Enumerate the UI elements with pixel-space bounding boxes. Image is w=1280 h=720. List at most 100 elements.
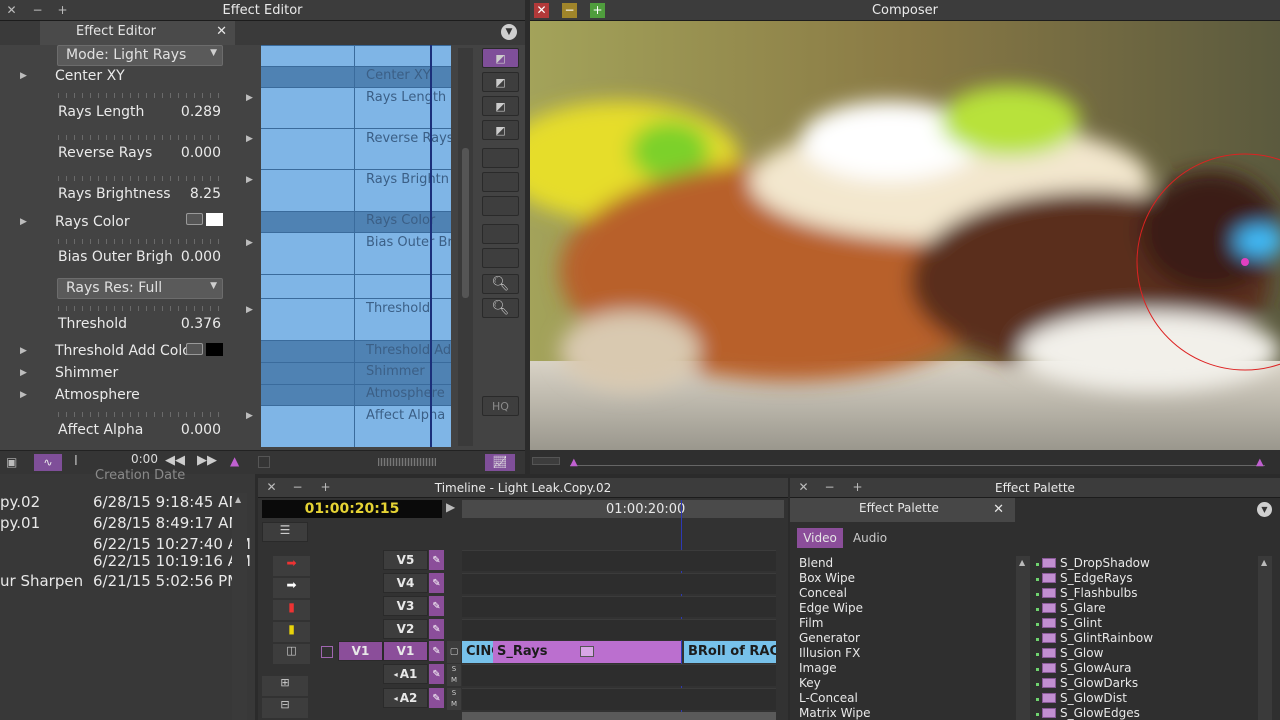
- track-v5[interactable]: V5: [383, 550, 428, 570]
- effect-item[interactable]: S_GlowDarks: [1034, 676, 1138, 690]
- eyedropper-icon[interactable]: [186, 343, 203, 355]
- segment-icon[interactable]: ⊞: [262, 676, 308, 696]
- keyframe-arrow-icon[interactable]: ▶: [246, 93, 253, 103]
- category-item[interactable]: Key: [799, 676, 821, 690]
- close-icon[interactable]: ✕: [4, 3, 19, 18]
- keyframe-arrow-icon[interactable]: ▶: [246, 175, 253, 185]
- plus-icon[interactable]: +: [55, 3, 70, 18]
- source-monitor-icon[interactable]: [321, 646, 333, 658]
- source-track-v1[interactable]: V1: [338, 641, 383, 661]
- param-value[interactable]: 0.000: [161, 145, 221, 161]
- extract-icon[interactable]: ▮: [273, 600, 310, 620]
- clip[interactable]: CING: [462, 641, 493, 663]
- clip[interactable]: BRoll of RACIN: [684, 641, 776, 663]
- slider[interactable]: [58, 239, 223, 244]
- composer-viewer[interactable]: [500, 21, 1280, 450]
- pencil-icon[interactable]: ✎: [429, 573, 444, 593]
- category-item[interactable]: Conceal: [799, 586, 847, 600]
- minimize-icon[interactable]: −: [290, 480, 305, 495]
- scrollbar[interactable]: ▲: [1016, 556, 1030, 720]
- expand-icon[interactable]: ▶: [20, 71, 27, 81]
- category-item[interactable]: Matrix Wipe: [799, 706, 871, 720]
- tab-effect-palette[interactable]: Effect Palette ✕: [790, 498, 1015, 522]
- expand-icon[interactable]: ▶: [20, 217, 27, 227]
- hq-button[interactable]: HQ: [482, 396, 519, 416]
- bin-item-name[interactable]: py.01: [0, 514, 40, 532]
- eyedropper-icon[interactable]: [186, 213, 203, 225]
- close-icon[interactable]: ✕: [796, 480, 811, 495]
- pencil-icon[interactable]: ✎: [429, 550, 444, 570]
- track-monitor-icon[interactable]: ▢: [447, 641, 461, 663]
- forward-icon[interactable]: ▶▶: [197, 453, 217, 468]
- expand-icon[interactable]: ▶: [20, 390, 27, 400]
- pencil-icon[interactable]: ✎: [429, 596, 444, 616]
- bin-item-name[interactable]: ur Sharpen: [0, 572, 83, 590]
- track-lane-v4[interactable]: [462, 573, 776, 594]
- lift-icon[interactable]: ➡: [273, 556, 310, 576]
- mode-dropdown[interactable]: Mode: Light Rays: [57, 45, 223, 66]
- tool-button[interactable]: [482, 248, 519, 268]
- effect-item[interactable]: S_GlowAura: [1034, 661, 1132, 675]
- keyframe-mode-button[interactable]: ◩: [482, 96, 519, 116]
- minimize-icon[interactable]: −: [30, 3, 45, 18]
- close-icon[interactable]: ✕: [534, 3, 549, 18]
- zoom-out-icon[interactable]: 🔍︎: [482, 274, 519, 294]
- keyframe-mode-button[interactable]: ◩: [482, 72, 519, 92]
- tool-button[interactable]: [482, 224, 519, 244]
- slider[interactable]: [58, 412, 223, 417]
- effect-item[interactable]: S_GlowDist: [1034, 691, 1127, 705]
- track-lane-v3[interactable]: [462, 596, 776, 617]
- zoom-in-icon[interactable]: 🔍︎: [482, 298, 519, 318]
- rays-res-dropdown[interactable]: Rays Res: Full: [57, 278, 223, 299]
- overwrite-icon[interactable]: ➡: [273, 578, 310, 598]
- scrollbar[interactable]: ▲: [232, 493, 247, 720]
- effect-item[interactable]: S_EdgeRays: [1034, 571, 1133, 585]
- bin-item-name[interactable]: py.02: [0, 493, 40, 511]
- keyframe-arrow-icon[interactable]: ▶: [246, 411, 253, 421]
- maximize-icon[interactable]: +: [590, 3, 605, 18]
- category-item[interactable]: Blend: [799, 556, 833, 570]
- slider[interactable]: [58, 93, 223, 98]
- tool-button[interactable]: [482, 196, 519, 216]
- category-item[interactable]: Box Wipe: [799, 571, 855, 585]
- splice-icon[interactable]: ▮: [273, 622, 310, 642]
- trim-icon[interactable]: ◫: [273, 644, 310, 664]
- position-indicator[interactable]: [430, 45, 432, 447]
- keyframe-arrow-icon[interactable]: ▶: [246, 238, 253, 248]
- effect-item[interactable]: S_GlintRainbow: [1034, 631, 1153, 645]
- tool-button[interactable]: [482, 172, 519, 192]
- track-v3[interactable]: V3: [383, 596, 428, 616]
- minimize-icon[interactable]: −: [562, 3, 577, 18]
- category-item[interactable]: Image: [799, 661, 837, 675]
- param-value[interactable]: 0.000: [161, 249, 221, 265]
- track-lane-v2[interactable]: [462, 619, 776, 640]
- category-item[interactable]: Film: [799, 616, 823, 630]
- minimize-icon[interactable]: −: [822, 480, 837, 495]
- effect-item[interactable]: S_Flashbulbs: [1034, 586, 1138, 600]
- panel-menu-icon[interactable]: ▼: [1257, 502, 1272, 517]
- position-marker-icon[interactable]: ▲: [570, 457, 578, 468]
- color-swatch-white[interactable]: [206, 213, 223, 226]
- curve-icon[interactable]: ∿: [34, 454, 62, 471]
- category-item[interactable]: Illusion FX: [799, 646, 860, 660]
- segment-icon[interactable]: ⊟: [262, 698, 308, 718]
- param-value[interactable]: 0.289: [161, 104, 221, 120]
- close-icon[interactable]: ✕: [993, 500, 1004, 520]
- play-icon[interactable]: ▶: [446, 500, 455, 514]
- solo-mute-icon[interactable]: SM: [447, 688, 461, 710]
- expand-icon[interactable]: ▶: [20, 368, 27, 378]
- expand-icon[interactable]: ▶: [20, 346, 27, 356]
- param-value[interactable]: 0.000: [161, 422, 221, 438]
- color-swatch-black[interactable]: [206, 343, 223, 356]
- keyframe-arrow-icon[interactable]: ▶: [246, 134, 253, 144]
- keyframe-arrow-icon[interactable]: ▶: [246, 305, 253, 315]
- pencil-icon[interactable]: ✎: [429, 619, 444, 639]
- track-v2[interactable]: V2: [383, 619, 428, 639]
- bin-column-header[interactable]: Creation Date: [95, 468, 185, 483]
- cursor-icon[interactable]: Ⅰ: [74, 454, 78, 469]
- scrollbar[interactable]: [458, 48, 473, 446]
- track-lane-v5[interactable]: [462, 550, 776, 571]
- param-value[interactable]: 8.25: [161, 186, 221, 202]
- category-item[interactable]: Edge Wipe: [799, 601, 863, 615]
- solo-mute-icon[interactable]: SM: [447, 664, 461, 686]
